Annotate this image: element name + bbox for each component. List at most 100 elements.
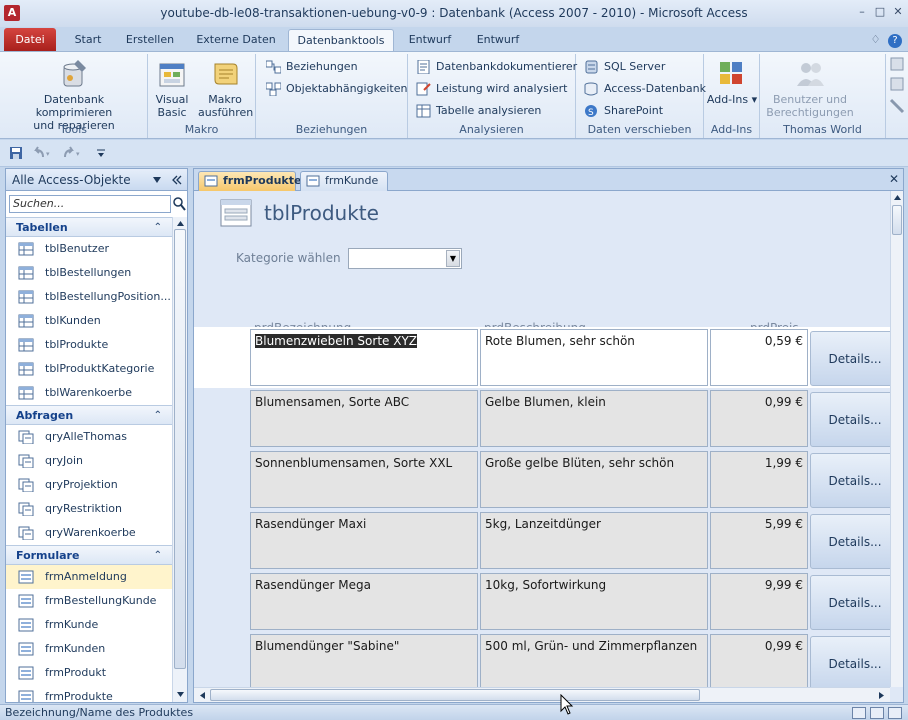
close-button[interactable]: ✕ <box>890 5 906 19</box>
tab-frmkunde[interactable]: frmKunde <box>300 171 388 191</box>
nav-item-tblwarenkoerbe[interactable]: tblWarenkoerbe <box>6 381 172 405</box>
field-beschreibung[interactable]: Gelbe Blumen, klein <box>480 390 708 447</box>
nav-scrollbar[interactable] <box>172 217 187 702</box>
file-tab[interactable]: Datei <box>4 28 56 51</box>
tab-entwurf-2[interactable]: Entwurf <box>470 31 526 51</box>
compact-repair-button[interactable]: Datenbank komprimieren und reparieren <box>6 58 142 132</box>
nav-item-qryjoin[interactable]: qryJoin <box>6 449 172 473</box>
analyze-table-button[interactable]: Tabelle analysieren <box>416 102 541 120</box>
field-bezeichnung[interactable]: Blumendünger "Sabine" <box>250 634 478 687</box>
minimize-ribbon-icon[interactable]: ♢ <box>871 33 881 46</box>
nav-item-frmbestellungkunde[interactable]: frmBestellungKunde <box>6 589 172 613</box>
nav-item-qryallethomas[interactable]: qryAlleThomas <box>6 425 172 449</box>
section-collapse-icon[interactable]: ⌃ <box>154 218 162 238</box>
field-preis[interactable]: 0,59 € <box>710 329 808 386</box>
customize-qat-icon[interactable] <box>96 148 106 158</box>
nav-section-formulare[interactable]: Formulare ⌃ <box>6 545 172 565</box>
form-vscroll-thumb[interactable] <box>892 205 902 235</box>
help-icon[interactable]: ? <box>888 34 902 48</box>
nav-item-frmprodukte[interactable]: frmProdukte <box>6 685 172 702</box>
nav-search-input[interactable]: Suchen... <box>9 195 171 213</box>
scroll-up-icon[interactable] <box>176 219 185 227</box>
field-bezeichnung[interactable]: Rasendünger Mega <box>250 573 478 630</box>
nav-header[interactable]: Alle Access-Objekte <box>6 169 187 191</box>
tab-erstellen[interactable]: Erstellen <box>118 31 182 51</box>
nav-item-frmkunden[interactable]: frmKunden <box>6 637 172 661</box>
tab-start[interactable]: Start <box>64 31 112 51</box>
field-bezeichnung[interactable]: Rasendünger Maxi <box>250 512 478 569</box>
scroll-up-icon[interactable] <box>893 193 902 201</box>
design-view-icon[interactable] <box>888 707 902 719</box>
tab-datenbanktools[interactable]: Datenbanktools <box>288 29 394 52</box>
field-beschreibung[interactable]: 10kg, Sofortwirkung <box>480 573 708 630</box>
layout-view-icon[interactable] <box>870 707 884 719</box>
details-button[interactable]: Details... <box>810 575 890 630</box>
nav-item-qrywarenkoerbe[interactable]: qryWarenkoerbe <box>6 521 172 545</box>
close-document-icon[interactable]: ✕ <box>889 172 899 186</box>
field-preis[interactable]: 0,99 € <box>710 634 808 687</box>
field-preis[interactable]: 0,99 € <box>710 390 808 447</box>
tab-externe-daten[interactable]: Externe Daten <box>192 31 280 51</box>
nav-item-tblkunden[interactable]: tblKunden <box>6 309 172 333</box>
nav-item-tblbestellungposition[interactable]: tblBestellungPosition... <box>6 285 172 309</box>
tab-frmprodukte[interactable]: frmProdukte <box>198 171 301 191</box>
section-collapse-icon[interactable]: ⌃ <box>154 546 162 566</box>
field-beschreibung[interactable]: 5kg, Lanzeitdünger <box>480 512 708 569</box>
nav-item-tblbenutzer[interactable]: tblBenutzer <box>6 237 172 261</box>
visual-basic-button[interactable]: Visual Basic <box>152 58 192 119</box>
field-preis[interactable]: 5,99 € <box>710 512 808 569</box>
nav-item-frmprodukt[interactable]: frmProdukt <box>6 661 172 685</box>
nav-item-tblbestellungen[interactable]: tblBestellungen <box>6 261 172 285</box>
add-ins-button[interactable]: Add-Ins ▾ <box>706 58 758 106</box>
field-beschreibung[interactable]: Rote Blumen, sehr schön <box>480 329 708 386</box>
nav-item-qryrestriktion[interactable]: qryRestriktion <box>6 497 172 521</box>
undo-icon[interactable]: ▾ <box>32 146 52 160</box>
nav-dropdown-icon[interactable] <box>152 176 162 184</box>
nav-item-frmanmeldung[interactable]: frmAnmeldung <box>6 565 172 589</box>
form-view-icon[interactable] <box>852 707 866 719</box>
minimize-button[interactable]: – <box>854 5 870 19</box>
field-beschreibung[interactable]: 500 ml, Grün- und Zimmerpflanzen <box>480 634 708 687</box>
section-collapse-icon[interactable]: ⌃ <box>154 406 162 426</box>
field-preis[interactable]: 9,99 € <box>710 573 808 630</box>
nav-section-tabellen[interactable]: Tabellen ⌃ <box>6 217 172 237</box>
form-vertical-scrollbar[interactable] <box>890 191 903 687</box>
combo-dropdown-icon[interactable]: ▼ <box>446 250 460 267</box>
ribbon-overflow-tools[interactable] <box>888 56 906 126</box>
analyze-performance-button[interactable]: Leistung wird analysiert <box>416 80 568 98</box>
field-bezeichnung[interactable]: Sonnenblumensamen, Sorte XXL <box>250 451 478 508</box>
scroll-left-icon[interactable] <box>198 691 206 700</box>
documenter-button[interactable]: Datenbankdokumentierer <box>416 58 577 76</box>
sql-server-button[interactable]: SQL Server <box>584 58 665 76</box>
field-bezeichnung[interactable]: Blumenzwiebeln Sorte XYZ <box>250 329 478 386</box>
nav-item-tblproduktkategorie[interactable]: tblProduktKategorie <box>6 357 172 381</box>
field-preis[interactable]: 1,99 € <box>710 451 808 508</box>
save-icon[interactable] <box>9 146 23 160</box>
form-hscroll-thumb[interactable] <box>210 689 700 701</box>
sharepoint-button[interactable]: S SharePoint <box>584 102 663 120</box>
form-horizontal-scrollbar[interactable] <box>194 687 890 702</box>
field-beschreibung[interactable]: Große gelbe Blüten, sehr schön <box>480 451 708 508</box>
nav-item-tblprodukte[interactable]: tblProdukte <box>6 333 172 357</box>
users-permissions-button[interactable]: Benutzer und Berechtigungen <box>762 58 858 119</box>
object-dependencies-button[interactable]: Objektabhängigkeiten <box>266 80 407 98</box>
scroll-down-icon[interactable] <box>176 691 185 699</box>
details-button[interactable]: Details... <box>810 453 890 508</box>
category-combobox[interactable]: ▼ <box>348 248 462 269</box>
details-button[interactable]: Details... <box>810 392 890 447</box>
field-bezeichnung[interactable]: Blumensamen, Sorte ABC <box>250 390 478 447</box>
search-icon[interactable] <box>172 195 186 213</box>
nav-section-abfragen[interactable]: Abfragen ⌃ <box>6 405 172 425</box>
collapse-nav-icon[interactable] <box>171 174 183 186</box>
relationships-button[interactable]: Beziehungen <box>266 58 358 76</box>
redo-icon[interactable]: ▾ <box>62 146 82 160</box>
access-database-button[interactable]: Access-Datenbank <box>584 80 706 98</box>
details-button[interactable]: Details... <box>810 514 890 569</box>
nav-scroll-thumb[interactable] <box>174 229 186 669</box>
nav-item-frmkunde[interactable]: frmKunde <box>6 613 172 637</box>
maximize-button[interactable]: □ <box>872 5 888 19</box>
run-macro-button[interactable]: Makro ausführen <box>198 58 253 119</box>
details-button[interactable]: Details... <box>810 636 890 687</box>
tab-entwurf-1[interactable]: Entwurf <box>402 31 458 51</box>
details-button[interactable]: Details... <box>810 331 890 386</box>
